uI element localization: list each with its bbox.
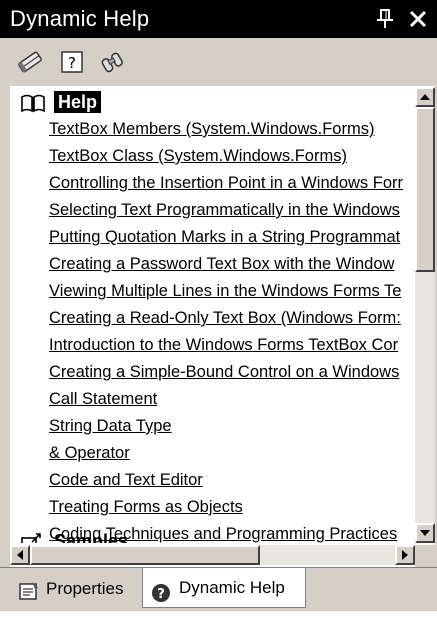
- arrow-up-icon: [420, 94, 430, 100]
- samples-icon: [20, 532, 46, 543]
- help-link[interactable]: & Operator: [49, 440, 415, 467]
- help-question-icon[interactable]: ?: [58, 48, 86, 76]
- properties-icon: [18, 579, 40, 600]
- help-link[interactable]: Code and Text Editor: [49, 467, 415, 494]
- help-links-list: TextBox Members (System.Windows.Forms) T…: [49, 116, 415, 543]
- close-icon[interactable]: [405, 4, 431, 32]
- help-link[interactable]: Creating a Password Text Box with the Wi…: [49, 251, 415, 278]
- help-link[interactable]: Creating a Simple-Bound Control on a Win…: [49, 359, 415, 386]
- help-link[interactable]: Controlling the Insertion Point in a Win…: [49, 170, 415, 197]
- scroll-down-button[interactable]: [415, 523, 435, 543]
- vertical-scrollbar[interactable]: [415, 87, 435, 543]
- help-link[interactable]: Putting Quotation Marks in a String Prog…: [49, 224, 415, 251]
- open-book-icon: [20, 93, 46, 113]
- horizontal-scroll-thumb[interactable]: [30, 545, 260, 565]
- vertical-scroll-thumb[interactable]: [415, 107, 435, 272]
- scrollbar-corner: [415, 545, 437, 567]
- scroll-left-button[interactable]: [10, 545, 30, 565]
- contents-book-icon[interactable]: [16, 48, 44, 76]
- tab-dynamic-help[interactable]: ? Dynamic Help: [142, 568, 306, 608]
- scroll-up-button[interactable]: [415, 87, 435, 107]
- left-frame: [0, 86, 10, 605]
- svg-text:?: ?: [68, 54, 76, 72]
- horizontal-scrollbar[interactable]: [10, 545, 415, 565]
- help-section-header[interactable]: Help: [10, 91, 310, 113]
- help-link[interactable]: TextBox Class (System.Windows.Forms): [49, 143, 415, 170]
- help-link[interactable]: TextBox Members (System.Windows.Forms): [49, 116, 415, 143]
- help-link[interactable]: Call Statement: [49, 386, 415, 413]
- help-link[interactable]: String Data Type: [49, 413, 415, 440]
- arrow-left-icon: [17, 550, 23, 560]
- window-title: Dynamic Help: [10, 6, 150, 31]
- tab-properties-label: Properties: [46, 579, 124, 598]
- help-link[interactable]: Introduction to the Windows Forms TextBo…: [49, 332, 415, 359]
- toolbar: ?: [0, 38, 437, 86]
- help-link[interactable]: Viewing Multiple Lines in the Windows Fo…: [49, 278, 415, 305]
- samples-section-header[interactable]: Samples: [10, 530, 310, 543]
- arrow-down-icon: [420, 530, 430, 536]
- tab-properties[interactable]: Properties: [14, 572, 142, 606]
- tab-dynamic-help-label: Dynamic Help: [179, 578, 285, 597]
- help-link[interactable]: Selecting Text Programmatically in the W…: [49, 197, 415, 224]
- help-content-pane: Help TextBox Members (System.Windows.For…: [10, 87, 415, 543]
- help-circle-icon: ?: [151, 578, 173, 602]
- search-binoculars-icon[interactable]: [98, 48, 126, 76]
- arrow-right-icon: [402, 550, 408, 560]
- help-section-label: Help: [54, 91, 102, 113]
- help-link[interactable]: Creating a Read-Only Text Box (Windows F…: [49, 305, 415, 332]
- scroll-right-button[interactable]: [395, 545, 415, 565]
- svg-text:?: ?: [157, 587, 165, 602]
- samples-section-label: Samples: [54, 531, 129, 543]
- help-link[interactable]: Treating Forms as Objects: [49, 494, 415, 521]
- pin-icon[interactable]: [374, 6, 396, 32]
- tab-bar: Properties ? Dynamic Help: [0, 567, 437, 611]
- title-bar: Dynamic Help: [0, 0, 437, 38]
